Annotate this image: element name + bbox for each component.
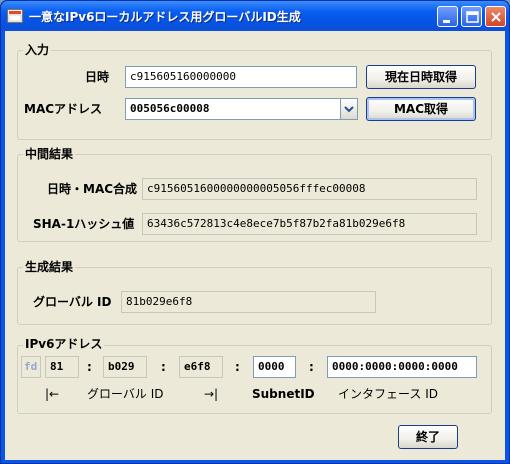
ipv6-globalid-part3: e6f8: [179, 356, 223, 378]
global-id-field: 81b029e6f8: [121, 291, 376, 313]
mac-label: MACアドレス: [24, 102, 103, 116]
global-id-range-end: →|: [204, 387, 219, 401]
global-id-caption: グローバル ID: [87, 387, 164, 401]
global-id-label: グローバル ID: [33, 295, 112, 309]
combined-value-field: c9156051600000000005056fffec00008: [142, 178, 477, 200]
datetime-input[interactable]: c915605160000000: [125, 66, 357, 88]
ipv6-separator: :: [309, 360, 314, 374]
app-window: 一意なIPv6ローカルアドレス用グローバルID生成 入力 日時 c9156051…: [0, 0, 510, 464]
intermediate-group-title: 中間結果: [23, 147, 76, 161]
ipv6-separator: :: [87, 360, 92, 374]
minimize-icon: [443, 20, 450, 23]
app-icon: [7, 9, 23, 23]
datetime-label: 日時: [85, 70, 110, 84]
subnet-id-caption: SubnetID: [252, 387, 315, 401]
input-group-title: 入力: [23, 43, 52, 57]
interface-id-input[interactable]: 0000:0000:0000:0000: [327, 356, 477, 378]
minimize-button[interactable]: [437, 6, 458, 27]
interface-id-caption: インタフェース ID: [338, 387, 438, 401]
mac-dropdown-button[interactable]: [340, 98, 358, 120]
subnet-id-input[interactable]: 0000: [253, 356, 296, 378]
result-group-title: 生成結果: [23, 260, 76, 274]
client-area: 入力 日時 c915605160000000 現在日時取得 MACアドレス 00…: [5, 31, 505, 460]
title-bar[interactable]: 一意なIPv6ローカルアドレス用グローバルID生成: [1, 1, 509, 31]
close-icon: [491, 12, 501, 22]
get-current-datetime-button[interactable]: 現在日時取得: [366, 65, 476, 89]
maximize-button[interactable]: [461, 6, 482, 27]
mac-select[interactable]: 005056c00008: [125, 98, 341, 120]
ipv6-globalid-part1: 81: [45, 356, 79, 378]
ipv6-separator: :: [161, 360, 166, 374]
sha1-value-field: 63436c572813c4e8ece7b5f87b2fa81b029e6f8: [142, 213, 477, 235]
ipv6-separator: :: [235, 360, 240, 374]
exit-button[interactable]: 終了: [398, 425, 458, 449]
ipv6-globalid-part2: b029: [103, 356, 147, 378]
window-title: 一意なIPv6ローカルアドレス用グローバルID生成: [29, 10, 301, 24]
global-id-range-start: |←: [45, 387, 60, 401]
input-group: [17, 50, 492, 140]
combined-label: 日時・MAC合成: [47, 182, 138, 196]
ipv6-prefix-field: fd: [21, 356, 41, 378]
sha1-label: SHA-1ハッシュ値: [33, 217, 135, 231]
close-button[interactable]: [485, 6, 506, 27]
chevron-down-icon: [344, 106, 354, 113]
maximize-icon: [466, 11, 479, 23]
ipv6-group-title: IPv6アドレス: [23, 337, 105, 351]
get-mac-button[interactable]: MAC取得: [366, 97, 476, 121]
